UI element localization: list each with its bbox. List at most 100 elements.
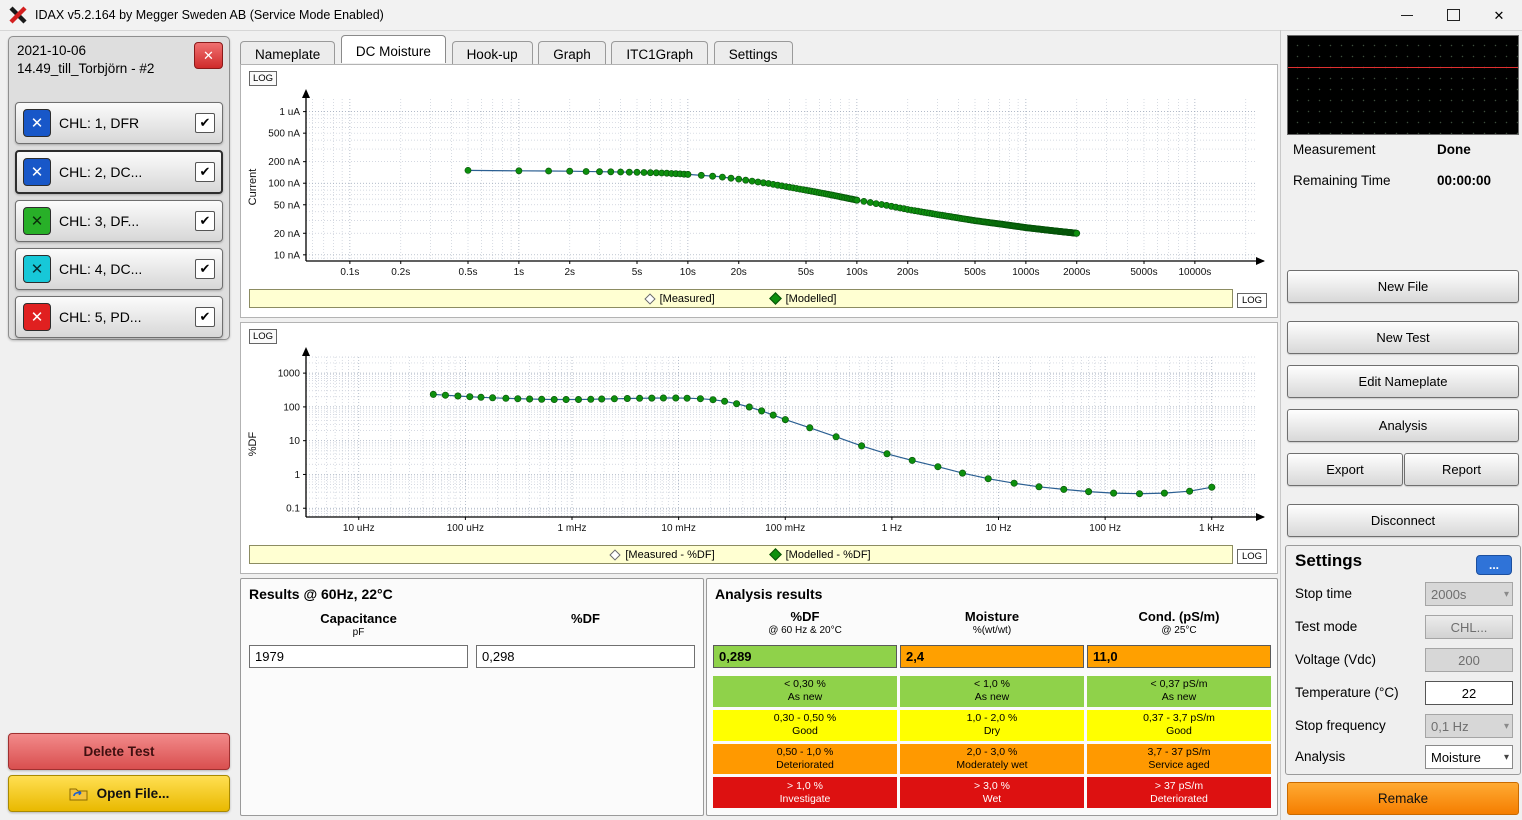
log-scale-toggle[interactable]: LOG: [1237, 549, 1267, 564]
channel-label: CHL: 2, DC...: [59, 164, 142, 180]
tab-dc-moisture[interactable]: DC Moisture: [341, 35, 446, 63]
export-button[interactable]: Export: [1287, 453, 1403, 486]
capacitance-value: 1979: [249, 645, 468, 668]
settings-more-button[interactable]: ...: [1476, 555, 1512, 575]
close-button[interactable]: ✕: [1476, 0, 1522, 30]
svg-text:200 nA: 200 nA: [268, 157, 300, 168]
new-file-button[interactable]: New File: [1287, 270, 1519, 303]
results-col-df: %DF: [476, 611, 695, 638]
svg-text:1 Hz: 1 Hz: [882, 523, 903, 534]
channel-item-2[interactable]: ✕ CHL: 2, DC... ✔: [15, 150, 223, 194]
settings-group: Settings ... Stop time 2000s ▾ Test mode…: [1285, 545, 1521, 775]
svg-text:20s: 20s: [731, 267, 747, 278]
svg-text:0.1: 0.1: [286, 504, 300, 515]
settings-title: Settings: [1295, 551, 1362, 571]
new-test-button[interactable]: New Test: [1287, 321, 1519, 354]
channel-checkbox[interactable]: ✔: [195, 259, 215, 279]
channel-checkbox[interactable]: ✔: [195, 211, 215, 231]
analysis-col-cond: Cond. (pS/m) @ 25°C: [1087, 609, 1271, 636]
test-name: 14.49_till_Torbjörn - #2: [17, 60, 221, 78]
report-button[interactable]: Report: [1404, 453, 1519, 486]
close-icon: ✕: [203, 48, 214, 64]
class-cell: 0,37 - 3,7 pS/mGood: [1087, 710, 1271, 741]
analysis-type-label: Analysis: [1295, 749, 1345, 764]
chevron-down-icon: ▾: [1504, 721, 1512, 732]
channel-checkbox[interactable]: ✔: [195, 113, 215, 133]
modelled-marker-icon: [769, 548, 782, 561]
results-panel: Results @ 60Hz, 22°C Capacitance pF %DF …: [240, 578, 704, 816]
channel-label: CHL: 4, DC...: [59, 261, 142, 277]
analysis-type-select[interactable]: Moisture ▾: [1425, 745, 1513, 769]
class-cell: < 0,37 pS/mAs new: [1087, 676, 1271, 707]
open-file-button[interactable]: Open File...: [8, 775, 230, 812]
test-file-panel: 2021-10-06 14.49_till_Torbjörn - #2 ✕ ✕ …: [8, 36, 230, 340]
channel-label: CHL: 1, DFR: [59, 115, 139, 131]
analysis-df-value: 0,289: [713, 645, 897, 668]
log-scale-toggle[interactable]: LOG: [1237, 293, 1267, 308]
analysis-col-df: %DF @ 60 Hz & 20°C: [713, 609, 897, 636]
svg-text:10 uHz: 10 uHz: [343, 523, 375, 534]
edit-nameplate-button[interactable]: Edit Nameplate: [1287, 365, 1519, 398]
channel-checkbox[interactable]: ✔: [195, 307, 215, 327]
analysis-moisture-value: 2,4: [900, 645, 1084, 668]
svg-text:10 nA: 10 nA: [274, 250, 300, 261]
minimize-button[interactable]: [1384, 0, 1430, 30]
channel-item-5[interactable]: ✕ CHL: 5, PD... ✔: [15, 296, 223, 338]
remake-button[interactable]: Remake: [1287, 782, 1519, 815]
main-tabbar: Nameplate DC Moisture Hook-up Graph ITC1…: [240, 35, 795, 64]
svg-text:1000: 1000: [278, 369, 301, 380]
tab-settings[interactable]: Settings: [714, 41, 793, 66]
open-folder-icon: [69, 786, 89, 801]
svg-text:1 mHz: 1 mHz: [558, 523, 587, 534]
current-chart: 0.1s0.2s0.5s1s2s5s10s20s50s100s200s500s1…: [250, 87, 1270, 283]
close-test-button[interactable]: ✕: [194, 42, 223, 69]
log-scale-toggle[interactable]: LOG: [249, 71, 277, 86]
stop-frequency-select[interactable]: 0,1 Hz ▾: [1425, 714, 1513, 738]
svg-text:100 uHz: 100 uHz: [447, 523, 484, 534]
svg-text:5000s: 5000s: [1130, 267, 1157, 278]
svg-text:5s: 5s: [632, 267, 643, 278]
remaining-time-label: Remaining Time: [1293, 173, 1391, 188]
delete-test-button[interactable]: Delete Test: [8, 733, 230, 770]
channel-icon: ✕: [23, 255, 51, 283]
measurement-mini-display: [1287, 35, 1519, 135]
chart-legend: [Measured] [Modelled]: [249, 289, 1233, 308]
analysis-button[interactable]: Analysis: [1287, 409, 1519, 442]
disconnect-button[interactable]: Disconnect: [1287, 504, 1519, 537]
svg-text:20 nA: 20 nA: [274, 229, 300, 240]
svg-text:50 nA: 50 nA: [274, 200, 300, 211]
svg-text:1s: 1s: [514, 267, 525, 278]
svg-text:500s: 500s: [964, 267, 986, 278]
chevron-down-icon: ▾: [1504, 752, 1512, 763]
svg-text:100s: 100s: [846, 267, 868, 278]
app-logo-icon: [8, 5, 28, 25]
class-cell: 3,7 - 37 pS/mService aged: [1087, 744, 1271, 775]
channel-checkbox[interactable]: ✔: [195, 162, 215, 182]
results-title: Results @ 60Hz, 22°C: [249, 586, 393, 602]
voltage-label: Voltage (Vdc): [1295, 652, 1376, 667]
maximize-button[interactable]: [1430, 0, 1476, 30]
svg-text:2s: 2s: [564, 267, 575, 278]
voltage-field[interactable]: 200: [1425, 648, 1513, 672]
channel-label: CHL: 5, PD...: [59, 309, 141, 325]
test-header: 2021-10-06 14.49_till_Torbjörn - #2 ✕: [9, 37, 229, 96]
df-value: 0,298: [476, 645, 695, 668]
tab-nameplate[interactable]: Nameplate: [240, 41, 335, 66]
svg-text:100 Hz: 100 Hz: [1089, 523, 1121, 534]
legend-modelled: [Modelled - %DF]: [771, 549, 871, 561]
temperature-input[interactable]: 22: [1425, 681, 1513, 705]
tab-hook-up[interactable]: Hook-up: [452, 41, 533, 66]
analysis-panel: Analysis results %DF @ 60 Hz & 20°C Mois…: [706, 578, 1278, 816]
log-scale-toggle[interactable]: LOG: [249, 329, 277, 344]
channel-item-1[interactable]: ✕ CHL: 1, DFR ✔: [15, 102, 223, 144]
svg-text:1 kHz: 1 kHz: [1199, 523, 1225, 534]
channel-item-3[interactable]: ✕ CHL: 3, DF... ✔: [15, 200, 223, 242]
tab-itc1graph[interactable]: ITC1Graph: [611, 41, 708, 66]
svg-text:0.2s: 0.2s: [391, 267, 410, 278]
tab-graph[interactable]: Graph: [538, 41, 606, 66]
test-mode-button[interactable]: CHL...: [1425, 615, 1513, 639]
analysis-classification-table: < 0,30 %As new < 1,0 %As new < 0,37 pS/m…: [713, 676, 1271, 808]
stop-time-select[interactable]: 2000s ▾: [1425, 582, 1513, 606]
channel-item-4[interactable]: ✕ CHL: 4, DC... ✔: [15, 248, 223, 290]
svg-text:10: 10: [289, 436, 301, 447]
